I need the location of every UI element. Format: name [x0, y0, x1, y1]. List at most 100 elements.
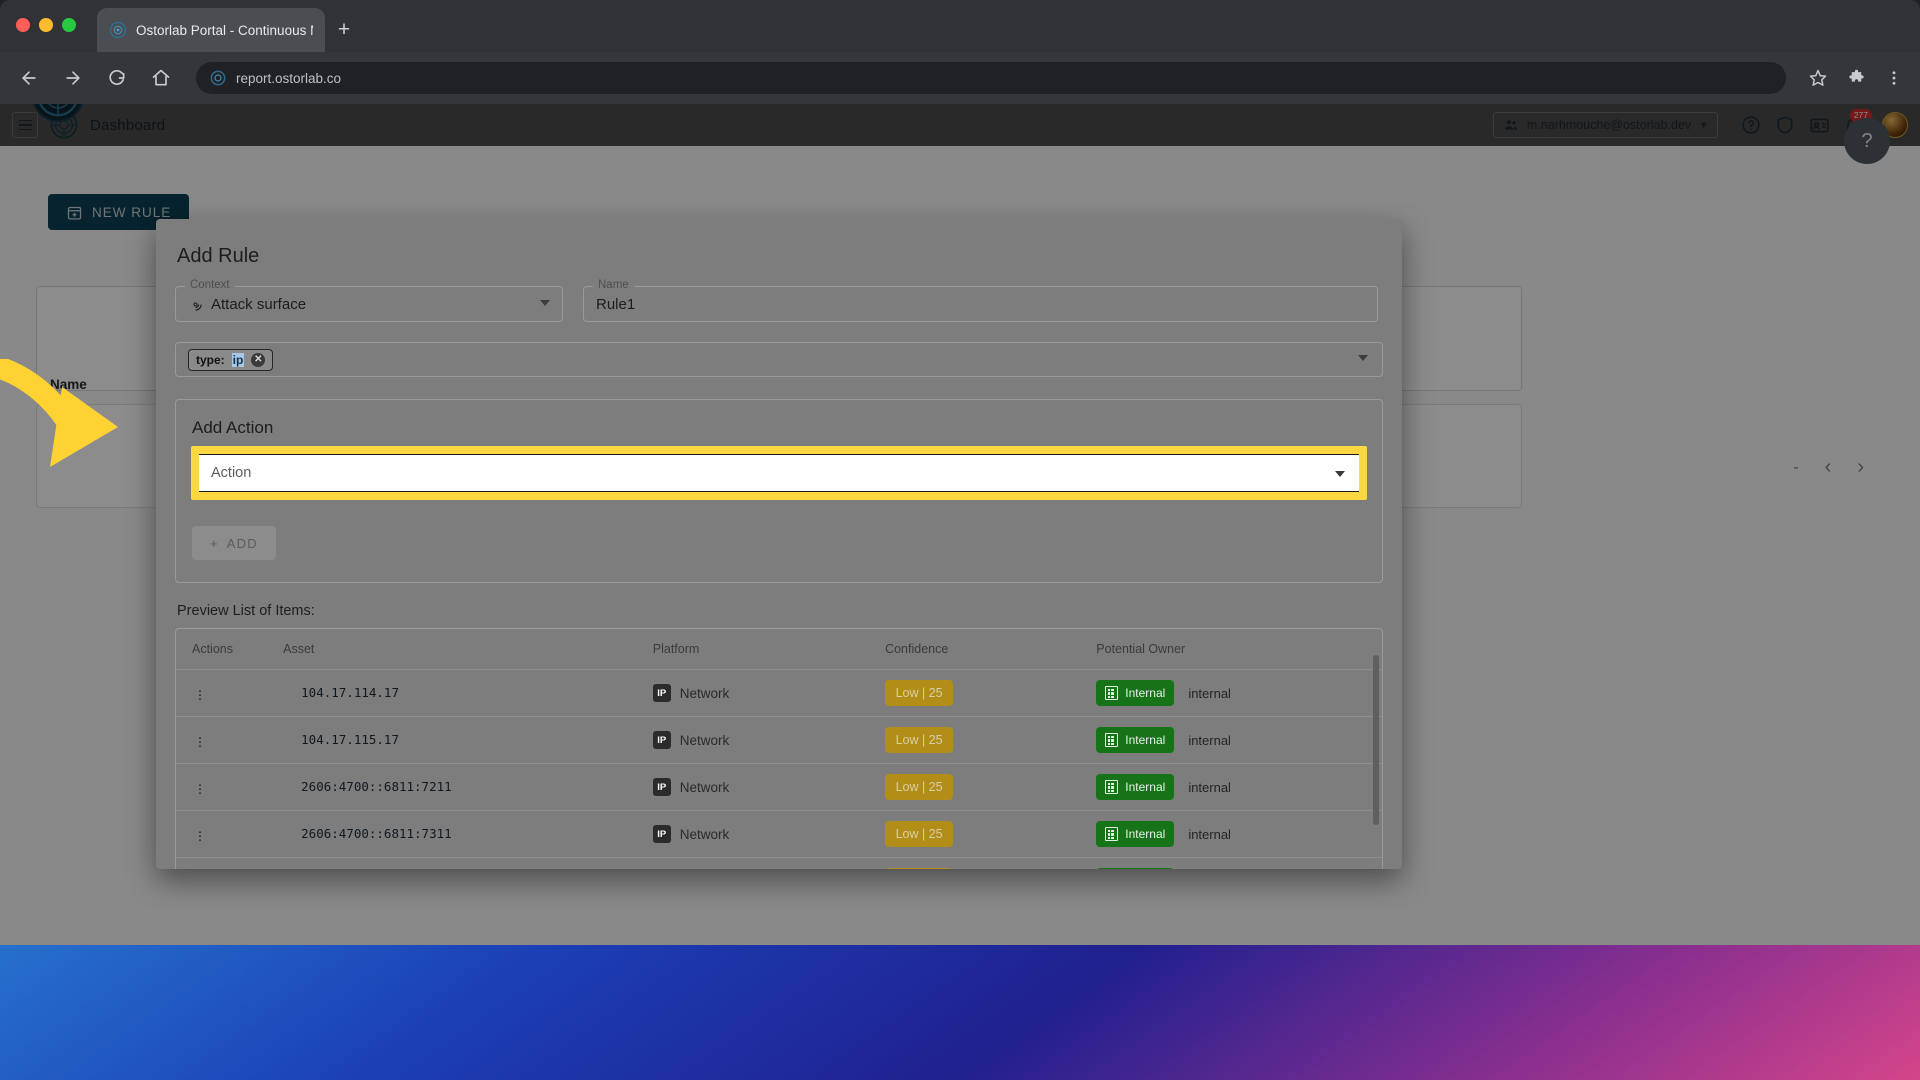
table-row[interactable]: ··· 2606:4700::6811:7311 IPNetwork Low | 25… — [176, 811, 1382, 858]
asset-value: 104.17.114.17 — [283, 685, 399, 700]
row-asset-cell: 172.253.115.101 — [273, 858, 643, 870]
building-icon — [1105, 686, 1118, 700]
owner-badge: Internal — [1096, 821, 1174, 847]
asset-value: 2606:4700::6811:7311 — [283, 826, 452, 841]
row-actions-cell[interactable]: ··· — [176, 717, 273, 764]
row-kebab-menu-icon[interactable]: ··· — [192, 734, 208, 746]
owner-badge-label: Internal — [1125, 780, 1165, 794]
row-confidence-cell: Low | 25 — [875, 670, 1086, 717]
name-legend: Name — [593, 279, 634, 291]
column-header-actions: Actions — [176, 629, 273, 670]
chevron-down-icon — [540, 300, 550, 306]
ip-badge-icon: IP — [653, 731, 671, 749]
row-platform-cell: IPNetwork — [643, 811, 875, 858]
row-confidence-cell: Low | 10 — [875, 858, 1086, 870]
row-owner-cell: Internalinternal — [1086, 717, 1382, 764]
column-header-potential-owner: Potential Owner — [1086, 629, 1382, 670]
action-placeholder-label: Action — [211, 465, 251, 481]
row-platform-cell: IPNetwork — [643, 717, 875, 764]
add-action-title: Add Action — [192, 418, 1366, 438]
asset-value: 104.17.115.17 — [283, 732, 399, 747]
new-tab-button[interactable]: + — [331, 17, 357, 43]
row-confidence-cell: Low | 25 — [875, 811, 1086, 858]
table-scrollbar[interactable] — [1373, 655, 1379, 869]
add-rule-dialog: Add Rule Context Attack surface Name — [156, 219, 1402, 869]
owner-badge: Internal — [1096, 774, 1174, 800]
row-owner-cell: Internalinternal — [1086, 811, 1382, 858]
owner-badge: Internal — [1096, 680, 1174, 706]
context-select[interactable]: Context Attack surface — [175, 286, 563, 322]
context-value-label: Attack surface — [211, 296, 306, 313]
ip-badge-icon: IP — [653, 684, 671, 702]
row-actions-cell[interactable]: ··· — [176, 670, 273, 717]
kebab-menu-icon[interactable] — [1882, 66, 1906, 90]
confidence-badge: Low | 25 — [885, 680, 953, 706]
row-actions-cell[interactable]: ··· — [176, 811, 273, 858]
desktop-dock-strip — [0, 945, 1920, 1080]
row-kebab-menu-icon[interactable]: ··· — [192, 687, 208, 699]
puzzle-icon[interactable] — [1844, 66, 1868, 90]
row-kebab-menu-icon[interactable]: ··· — [192, 781, 208, 793]
preview-table-head: Actions Asset Platform Confidence Potent… — [176, 629, 1382, 670]
web-page: Dashboard m.narhmouche@ostorlab.dev ▼ — [0, 104, 1920, 945]
remove-chip-icon[interactable]: ✕ — [251, 353, 265, 367]
table-row[interactable]: ··· 2606:4700::6811:7211 IP Network Low | 25… — [176, 764, 1382, 811]
confidence-badge: Low | 25 — [885, 774, 953, 800]
action-highlight-annotation: Action — [191, 446, 1367, 500]
asset-value: 2606:4700::6811:7211 — [283, 779, 452, 794]
row-kebab-menu-icon[interactable]: ··· — [192, 828, 208, 840]
filter-chip-type-ip[interactable]: type:ip ✕ — [188, 349, 273, 371]
home-icon[interactable] — [146, 63, 176, 93]
table-row[interactable]: ···172.253.115.101IPNetworkLow | 10 Inter… — [176, 858, 1382, 870]
owner-badge: Internal — [1096, 868, 1174, 869]
preview-items-table: Actions Asset Platform Confidence Potent… — [176, 629, 1382, 869]
forward-arrow-icon[interactable] — [58, 63, 88, 93]
table-row[interactable]: ···104.17.115.17IPNetworkLow | 25Interna… — [176, 717, 1382, 764]
browser-tab[interactable]: Ostorlab Portal - Continuous Mobi — [97, 8, 325, 52]
owner-value: internal — [1188, 686, 1231, 701]
row-platform-cell: IPNetwork — [643, 670, 875, 717]
table-row[interactable]: ··· 104.17.114.17 IPNetwork Low | 25 Interna… — [176, 670, 1382, 717]
row-owner-cell: Internalinternal — [1086, 764, 1382, 811]
preview-list-label: Preview List of Items: — [177, 603, 1383, 619]
ostorlab-favicon-icon — [109, 21, 127, 39]
building-icon — [1105, 780, 1118, 794]
add-action-button-label: ADD — [227, 536, 258, 551]
chevron-down-icon[interactable] — [1358, 355, 1368, 361]
owner-badge-label: Internal — [1125, 733, 1165, 747]
close-window-button[interactable] — [16, 18, 30, 32]
screen-root: Ostorlab Portal - Continuous Mobi + — [0, 0, 1920, 1080]
filter-chip-prefix: type: — [196, 353, 225, 367]
row-platform-cell: IP Network — [643, 764, 875, 811]
row-platform-cell: IPNetwork — [643, 858, 875, 870]
filter-chips-field[interactable]: type:ip ✕ — [175, 342, 1383, 377]
maximize-window-button[interactable] — [62, 18, 76, 32]
toolbar-right-actions — [1806, 66, 1906, 90]
preview-table-body: ··· 104.17.114.17 IP Network Low | 25 Interna… — [176, 670, 1382, 870]
back-arrow-icon[interactable] — [14, 63, 44, 93]
window-traffic-lights[interactable] — [16, 18, 76, 32]
chevron-down-icon[interactable] — [1335, 471, 1345, 477]
row-actions-cell[interactable]: ··· — [176, 858, 273, 870]
browser-toolbar: report.ostorlab.co — [0, 52, 1920, 104]
add-action-button[interactable]: + ADD — [192, 526, 276, 560]
address-bar[interactable]: report.ostorlab.co — [196, 62, 1786, 94]
row-actions-cell[interactable]: ··· — [176, 764, 273, 811]
rule-name-field[interactable]: Name Rule1 — [583, 286, 1378, 322]
ip-badge-icon: IP — [653, 778, 671, 796]
platform-value: Network — [680, 780, 730, 795]
annotation-arrow-icon — [0, 359, 160, 504]
owner-badge-label: Internal — [1125, 827, 1165, 841]
confidence-badge: Low | 25 — [885, 821, 953, 847]
action-select[interactable]: Action — [199, 454, 1359, 492]
minimize-window-button[interactable] — [39, 18, 53, 32]
row-asset-cell: 104.17.115.17 — [273, 717, 643, 764]
column-header-asset: Asset — [273, 629, 643, 670]
column-header-platform: Platform — [643, 629, 875, 670]
table-scrollbar-thumb[interactable] — [1373, 655, 1379, 825]
owner-badge: Internal — [1096, 727, 1174, 753]
reload-icon[interactable] — [102, 63, 132, 93]
browser-tabstrip: Ostorlab Portal - Continuous Mobi + — [0, 0, 1920, 52]
star-icon[interactable] — [1806, 66, 1830, 90]
dialog-field-row: Context Attack surface Name Rule1 — [175, 286, 1383, 322]
